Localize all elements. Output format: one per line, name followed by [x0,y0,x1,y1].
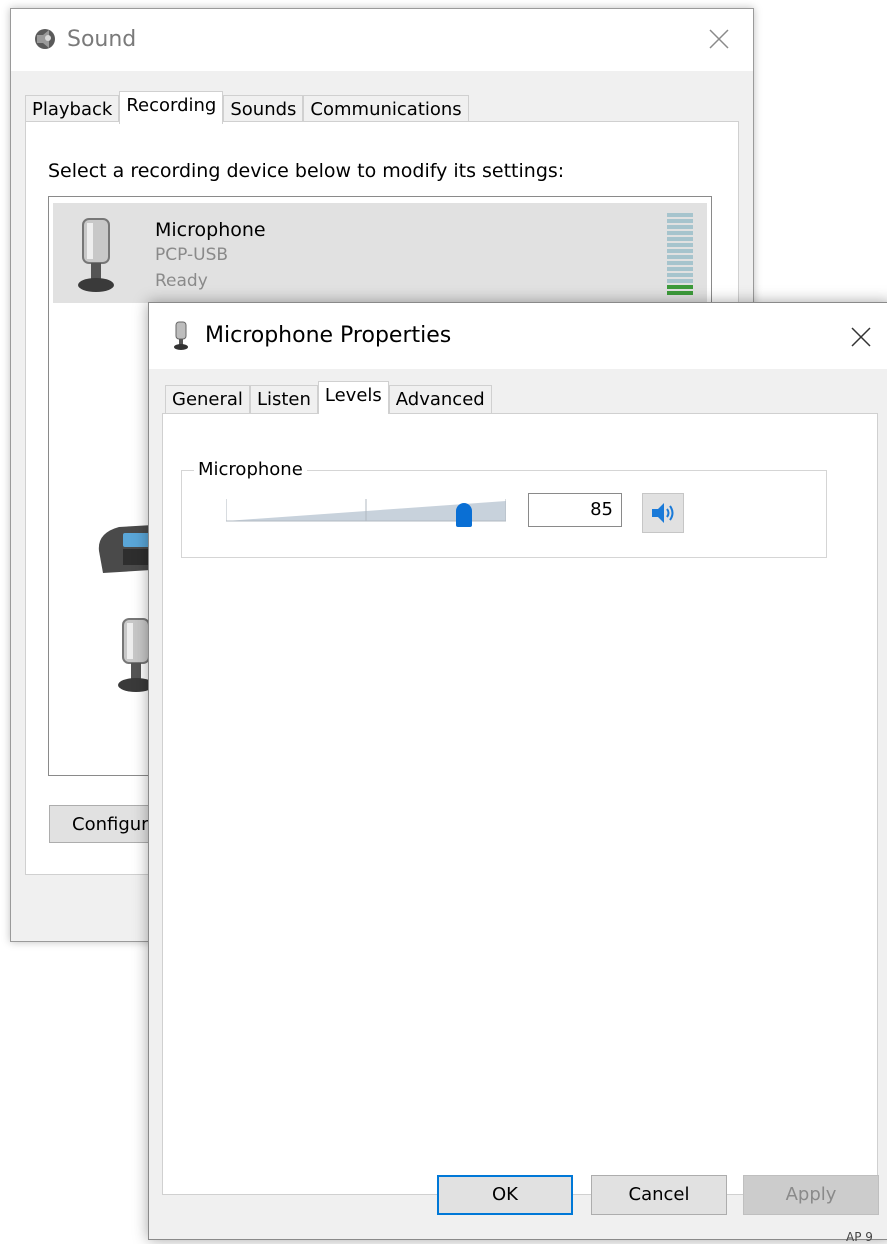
tab-sounds[interactable]: Sounds [223,95,304,124]
level-segment [667,291,693,295]
microphone-icon [78,218,114,292]
props-tabs: General Listen Levels Advanced [165,381,492,414]
speaker-icon [652,503,674,523]
slider-thumb[interactable] [456,503,472,527]
level-segment [667,285,693,289]
props-titlebar: Microphone Properties [149,303,887,369]
close-icon [709,29,729,49]
tab-advanced[interactable]: Advanced [388,385,492,414]
corner-text: AP 9 [846,1230,873,1244]
dialog-title: Microphone Properties [205,323,452,348]
level-segment [667,279,693,283]
level-segment [667,225,693,229]
level-input[interactable]: 85 [528,493,622,527]
tab-recording[interactable]: Recording [119,91,224,124]
level-segment [667,237,693,241]
sound-titlebar: Sound [11,9,753,71]
instructions-text: Select a recording device below to modif… [48,160,565,182]
cancel-button[interactable]: Cancel [591,1175,727,1215]
tab-general[interactable]: General [165,385,250,414]
device-model: PCP-USB [155,245,229,265]
list-item[interactable]: Microphone PCP-USB Ready [53,203,707,303]
tab-listen[interactable]: Listen [249,385,318,414]
level-segment [667,261,693,265]
device-name: Microphone [155,219,266,241]
close-button[interactable] [703,23,735,55]
level-segment [667,213,693,217]
level-segment [667,243,693,247]
microphone-icon [174,321,188,350]
level-segment [667,255,693,259]
ok-button[interactable]: OK [437,1175,573,1215]
level-segment [667,219,693,223]
mute-button[interactable] [642,493,684,533]
group-label: Microphone [194,459,307,480]
tab-levels[interactable]: Levels [317,381,389,414]
level-segment [667,273,693,277]
levels-panel: Microphone 85 [162,413,878,1195]
close-icon [851,327,871,347]
device-status: Ready [155,271,208,291]
tab-playback[interactable]: Playback [25,95,120,124]
microphone-level-group: Microphone 85 [181,459,827,558]
level-segment [667,249,693,253]
level-segment [667,231,693,235]
speaker-icon [35,29,55,49]
level-meter [667,213,693,295]
volume-slider[interactable] [226,495,506,529]
level-segment [667,267,693,271]
window-title: Sound [67,27,137,52]
sound-tabs: Playback Recording Sounds Communications [25,91,469,124]
apply-button[interactable]: Apply [743,1175,879,1215]
microphone-properties-dialog: Microphone Properties General Listen Lev… [148,302,887,1240]
tab-communications[interactable]: Communications [303,95,469,124]
close-button[interactable] [845,321,877,353]
